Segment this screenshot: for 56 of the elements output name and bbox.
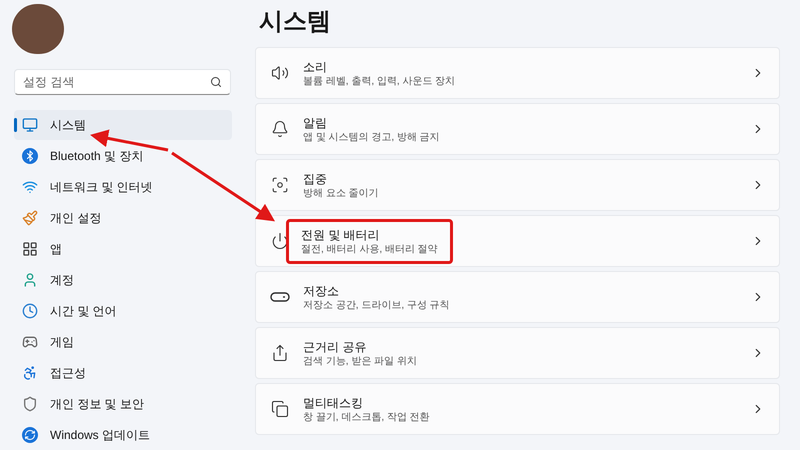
update-icon [22, 427, 38, 443]
nav-item[interactable]: 시스템 [14, 110, 232, 140]
nav-item[interactable]: 계정 [14, 265, 232, 295]
card-title: 멀티태스킹 [303, 394, 364, 410]
nav-item[interactable]: 시간 및 언어 [14, 296, 232, 326]
settings-card[interactable]: 저장소 저장소 공간, 드라이브, 구성 규칙 [255, 271, 780, 323]
nav-item[interactable]: 앱 [14, 234, 232, 264]
card-subtitle: 볼륨 레벨, 출력, 입력, 사운드 장치 [303, 74, 456, 88]
nav-item[interactable]: Bluetooth 및 장치 [14, 141, 232, 171]
card-subtitle: 절전, 배터리 사용, 배터리 절약 [301, 242, 438, 256]
user-icon [22, 272, 38, 288]
card-title: 전원 및 배터리 [301, 226, 381, 242]
storage-icon [270, 292, 290, 302]
settings-card[interactable]: 소리 볼륨 레벨, 출력, 입력, 사운드 장치 [255, 47, 780, 99]
nav-item[interactable]: 개인 설정 [14, 203, 232, 233]
nav-item[interactable]: 게임 [14, 327, 232, 357]
card-subtitle: 방해 요소 줄이기 [303, 186, 379, 200]
page-title: 시스템 [259, 7, 332, 37]
card-title: 소리 [303, 58, 328, 74]
shield-icon [22, 396, 38, 412]
focus-icon [271, 176, 289, 194]
card-subtitle: 저장소 공간, 드라이브, 구성 규칙 [303, 298, 450, 312]
power-icon [271, 232, 289, 250]
search-input[interactable]: 설정 검색 [23, 72, 210, 91]
card-subtitle: 앱 및 시스템의 경고, 방해 금지 [303, 130, 440, 144]
settings-card[interactable]: 멀티태스킹 창 끌기, 데스크톱, 작업 전환 [255, 383, 780, 435]
bell-icon [271, 120, 289, 138]
speaker-icon [271, 64, 289, 82]
card-subtitle: 창 끌기, 데스크톱, 작업 전환 [303, 410, 430, 424]
avatar [12, 4, 64, 54]
share-icon [271, 344, 289, 362]
card-subtitle: 검색 기능, 받은 파일 위치 [303, 354, 417, 368]
card-title: 알림 [303, 114, 328, 130]
nav-item[interactable]: 네트워크 및 인터넷 [14, 172, 232, 202]
apps-icon [22, 241, 38, 257]
card-title: 근거리 공유 [303, 338, 368, 354]
clock-icon [22, 303, 38, 319]
nav-item[interactable]: 개인 정보 및 보안 [14, 389, 232, 419]
card-title: 저장소 [303, 282, 340, 298]
settings-card[interactable]: 집중 방해 요소 줄이기 [255, 159, 780, 211]
selection-indicator [14, 118, 17, 132]
windows-stack-icon [271, 400, 289, 418]
accessibility-icon [22, 365, 38, 381]
paintbrush-icon [22, 210, 38, 226]
wifi-icon [22, 179, 38, 195]
search-field[interactable]: 설정 검색 [14, 68, 231, 95]
card-title: 집중 [303, 170, 328, 186]
nav-item[interactable]: Windows 업데이트 [14, 420, 232, 450]
settings-card[interactable]: 근거리 공유 검색 기능, 받은 파일 위치 [255, 327, 780, 379]
bluetooth-icon [22, 148, 38, 164]
gamepad-icon [22, 334, 38, 350]
settings-card[interactable]: 전원 및 배터리 절전, 배터리 사용, 배터리 절약 [255, 215, 780, 267]
search-icon [210, 76, 222, 88]
nav-item[interactable]: 접근성 [14, 358, 232, 388]
display-icon [22, 117, 38, 133]
settings-card[interactable]: 알림 앱 및 시스템의 경고, 방해 금지 [255, 103, 780, 155]
